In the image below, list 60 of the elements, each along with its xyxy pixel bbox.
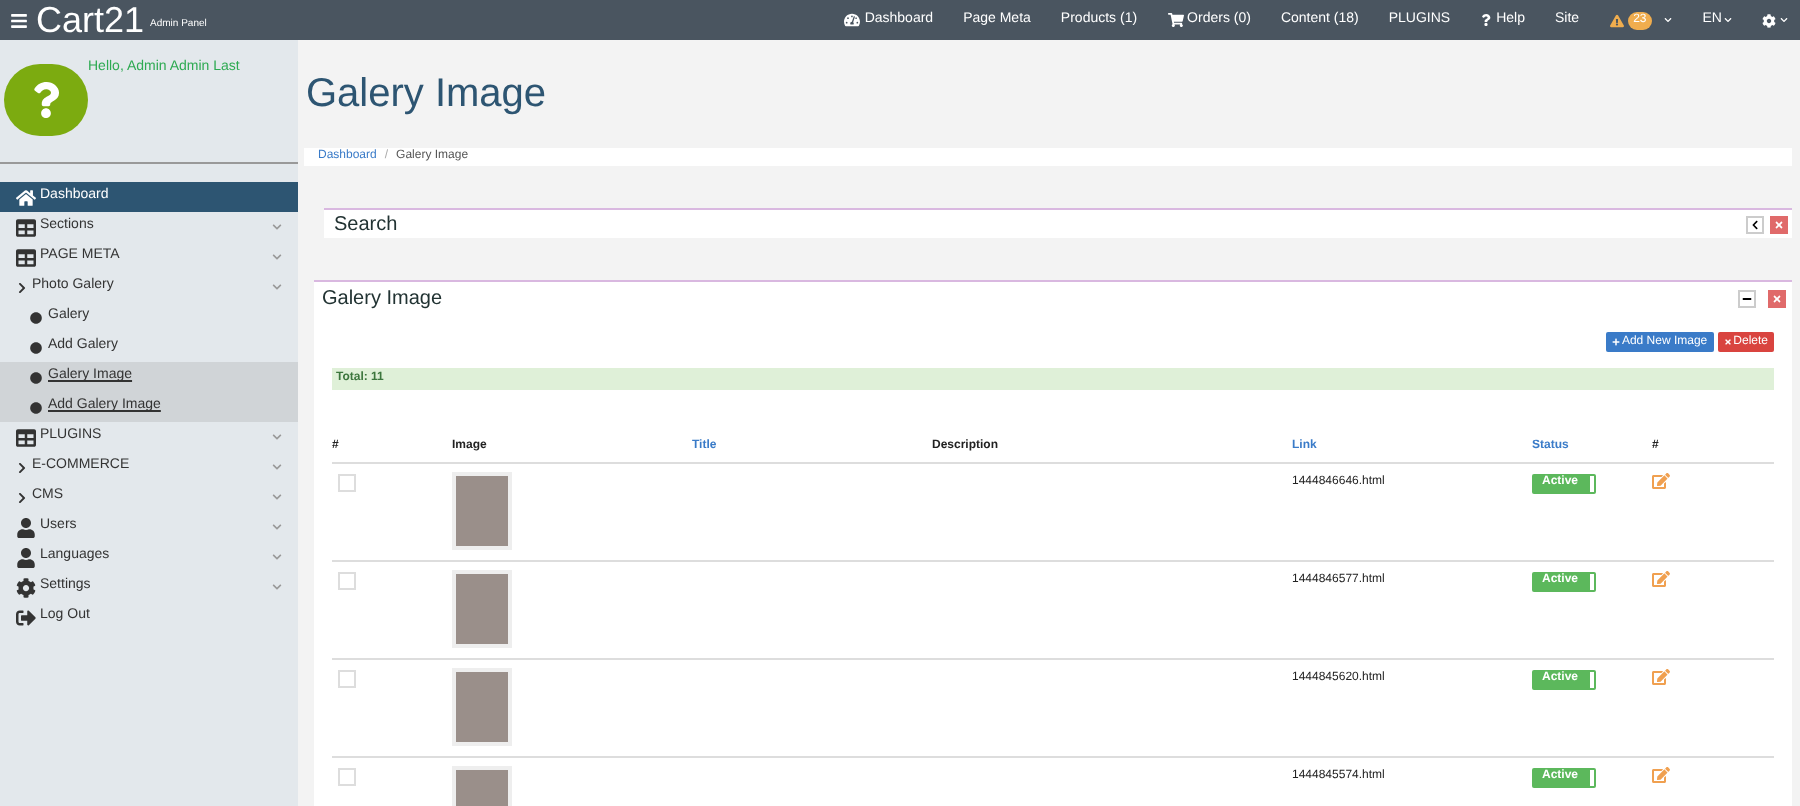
question-icon: [1480, 14, 1493, 26]
chevron-down-icon: [272, 252, 282, 262]
row-checkbox[interactable]: [338, 767, 356, 785]
photo-placeholder: [452, 471, 512, 549]
plus-icon: [1611, 338, 1620, 346]
minimize-button[interactable]: [1738, 289, 1756, 307]
user-icon: [16, 547, 36, 567]
close-icon: [1723, 338, 1732, 346]
dashboard-icon: [844, 12, 861, 28]
bullet-icon: [30, 401, 42, 413]
cart-icon: [1167, 12, 1184, 28]
menu-icon[interactable]: [10, 11, 28, 29]
row-checkbox[interactable]: [338, 473, 356, 491]
chevron-down-icon: [272, 282, 282, 292]
chevron-down-icon: [272, 522, 282, 532]
panel-title: Galery Image: [322, 285, 445, 313]
table-icon: [16, 217, 36, 237]
brand-name[interactable]: Cart21: [36, 2, 145, 38]
home-icon: [16, 187, 36, 207]
chevron-down-icon: [272, 432, 282, 442]
settings-icon: [1762, 13, 1776, 27]
table-icon: [16, 247, 36, 267]
table-icon: [16, 427, 36, 447]
caret-icon: [1664, 16, 1673, 24]
bullet-icon: [30, 371, 42, 383]
chevron-right-icon: [16, 281, 28, 293]
close-icon: [1772, 293, 1782, 303]
bullet-icon: [30, 341, 42, 353]
question-icon: [30, 82, 62, 118]
collapse-button[interactable]: [1746, 215, 1764, 233]
chevron-right-icon: [16, 491, 28, 503]
row-checkbox[interactable]: [338, 571, 356, 589]
chevron-down-icon: [272, 222, 282, 232]
chevron-down-icon: [272, 492, 282, 502]
bullet-icon: [30, 311, 42, 323]
edit-icon[interactable]: [1652, 471, 1670, 489]
minus-icon: [1742, 293, 1752, 303]
close-icon: [1774, 219, 1784, 229]
chevron-right-icon: [16, 461, 28, 473]
chevron-down-icon: [272, 552, 282, 562]
edit-icon[interactable]: [1652, 667, 1670, 685]
chevron-down-icon: [272, 462, 282, 472]
row-checkbox[interactable]: [338, 669, 356, 687]
settings-icon: [16, 577, 36, 597]
page-title: Galery Image: [306, 74, 547, 114]
close-button[interactable]: [1770, 215, 1788, 233]
caret-icon: [1780, 16, 1788, 24]
edit-icon[interactable]: [1652, 765, 1670, 783]
settings-menu[interactable]: [1762, 13, 1788, 27]
warning-icon: [1609, 13, 1624, 27]
user-icon: [16, 517, 36, 537]
photo-placeholder: [452, 569, 512, 647]
close-button[interactable]: [1768, 289, 1786, 307]
edit-icon[interactable]: [1652, 569, 1670, 587]
photo-placeholder: [452, 667, 512, 745]
logout-icon: [16, 607, 36, 627]
chevron-down-icon: [272, 582, 282, 592]
panel-title: Search: [334, 211, 400, 239]
caret-icon: [1724, 16, 1732, 24]
chevron-left-icon: [1750, 219, 1760, 229]
